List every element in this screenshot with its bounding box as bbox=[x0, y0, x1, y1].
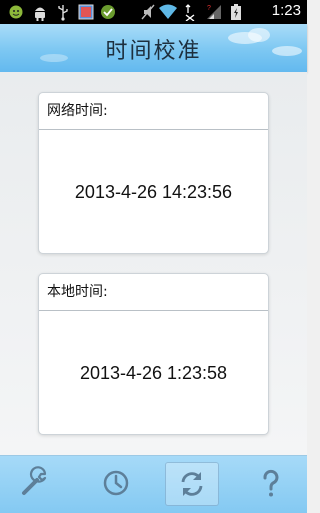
signal-icon: ? bbox=[207, 5, 221, 19]
mute-icon bbox=[141, 4, 155, 20]
network-time-card: 网络时间: 2013-4-26 14:23:56 bbox=[38, 92, 269, 254]
status-time: 1:23 bbox=[271, 2, 301, 19]
main-content: 网络时间: 2013-4-26 14:23:56 本地时间: 2013-4-26… bbox=[0, 72, 307, 455]
gallery-icon bbox=[78, 4, 94, 20]
clock-icon bbox=[103, 470, 129, 496]
local-time-value: 2013-4-26 1:23:58 bbox=[79, 363, 228, 383]
wrench-icon bbox=[22, 466, 47, 495]
smiley-app-icon bbox=[9, 5, 23, 19]
tab-clock[interactable] bbox=[90, 462, 142, 504]
usb-icon bbox=[58, 5, 68, 21]
help-icon bbox=[263, 469, 279, 497]
sync-icon bbox=[181, 472, 203, 496]
tab-help[interactable] bbox=[245, 462, 297, 504]
network-time-value: 2013-4-26 14:23:56 bbox=[74, 182, 233, 202]
title-bar: 时间校准 bbox=[0, 24, 307, 72]
page-title: 时间校准 bbox=[105, 39, 202, 64]
battery-charging-icon bbox=[231, 4, 241, 20]
network-time-label: 网络时间: bbox=[39, 93, 268, 130]
wifi-icon bbox=[159, 4, 177, 19]
android-icon bbox=[35, 7, 45, 21]
tab-settings[interactable] bbox=[9, 462, 61, 504]
local-time-card: 本地时间: 2013-4-26 1:23:58 bbox=[38, 273, 269, 435]
status-bar: ? 1:23 bbox=[0, 0, 307, 24]
svg-text:?: ? bbox=[207, 5, 211, 12]
network-activity-icon bbox=[185, 4, 195, 21]
app-icon bbox=[101, 5, 115, 19]
bottom-nav bbox=[0, 455, 307, 513]
local-time-label: 本地时间: bbox=[39, 274, 268, 311]
tab-sync[interactable] bbox=[165, 462, 219, 506]
